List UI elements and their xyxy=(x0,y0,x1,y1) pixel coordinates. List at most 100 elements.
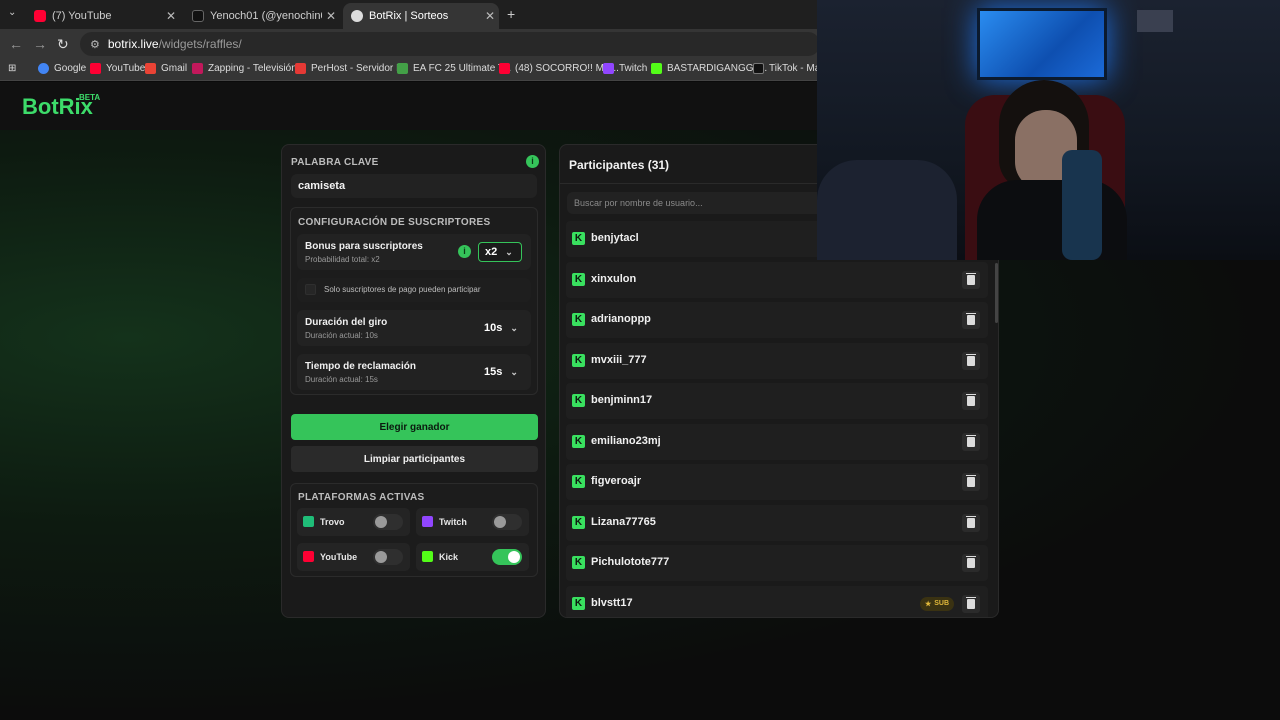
tiktok-icon xyxy=(192,10,204,22)
participant-name: adrianoppp xyxy=(591,313,651,325)
close-tab-icon[interactable]: ✕ xyxy=(322,9,340,23)
tab-youtube[interactable]: (7) YouTube ✕ xyxy=(26,3,180,29)
remove-participant-button[interactable] xyxy=(962,392,980,410)
trovo-icon xyxy=(303,516,314,527)
participant-name: Lizana77765 xyxy=(591,515,656,528)
claim-time-select[interactable]: 15s ⌄ xyxy=(478,362,522,382)
forward-icon[interactable]: → xyxy=(33,36,47,52)
info-icon[interactable]: i xyxy=(526,155,539,168)
star-icon: ★ xyxy=(924,600,932,608)
participant-name: xinxulon xyxy=(591,272,637,285)
bookmark-bastardigangg[interactable]: BASTARDIGANGG |... xyxy=(651,63,767,74)
remove-participant-button[interactable] xyxy=(962,513,980,532)
remove-participant-button[interactable] xyxy=(962,554,980,572)
twitch-icon xyxy=(603,63,614,74)
url-path: /widgets/raffles/ xyxy=(158,37,242,51)
bookmark-eafc[interactable]: EA FC 25 Ultimate T... xyxy=(397,63,511,74)
spin-value: 10s xyxy=(484,322,503,334)
platforms-label: PLATAFORMAS ACTIVAS xyxy=(298,492,425,503)
kick-icon: K xyxy=(572,272,585,286)
address-bar[interactable]: ⚙ botrix.live /widgets/raffles/ xyxy=(80,32,820,56)
remove-participant-button[interactable] xyxy=(962,311,980,329)
beta-badge: BETA xyxy=(79,93,101,102)
participant-row: K Pichulotote777 xyxy=(566,545,988,581)
chevron-down-icon: ⌄ xyxy=(510,366,518,377)
apps-grid-icon[interactable]: ⊞ xyxy=(8,63,16,74)
url-host: botrix.live xyxy=(107,37,159,51)
bookmark-youtube[interactable]: YouTube xyxy=(90,63,145,74)
tab-list-chevron-icon[interactable]: ⌄ xyxy=(8,7,16,18)
trash-icon xyxy=(966,394,976,406)
participant-name: emiliano23mj xyxy=(591,434,661,447)
bonus-subtitle: Probabilidad total: x2 xyxy=(305,255,380,264)
remove-participant-button[interactable] xyxy=(962,270,980,289)
paid-only-label: Solo suscriptores de pago pueden partici… xyxy=(324,285,481,294)
bookmark-zapping[interactable]: Zapping - Televisión... xyxy=(192,63,305,74)
clear-participants-button[interactable]: Limpiar participantes xyxy=(291,446,538,472)
spin-title: Duración del giro xyxy=(305,317,388,328)
webcam-overlay xyxy=(817,0,1280,260)
close-tab-icon[interactable]: ✕ xyxy=(162,9,180,23)
kick-icon: K xyxy=(572,232,585,245)
kick-icon: K xyxy=(572,556,585,569)
bonus-value: x2 xyxy=(485,246,498,258)
subs-section-label: CONFIGURACIÓN DE SUSCRIPTORES xyxy=(298,217,491,228)
trash-icon xyxy=(966,272,976,285)
subscriber-config-section: CONFIGURACIÓN DE SUSCRIPTORES Bonus para… xyxy=(290,207,538,395)
platform-name: Kick xyxy=(439,552,459,562)
chevron-down-icon: ⌄ xyxy=(510,322,518,333)
trash-icon xyxy=(966,596,976,609)
bookmark-perhost[interactable]: PerHost - Servidor I... xyxy=(295,63,407,74)
trovo-toggle[interactable] xyxy=(373,514,403,530)
remove-participant-button[interactable] xyxy=(962,351,980,370)
new-tab-icon[interactable]: + xyxy=(507,6,515,22)
bookmark-label: Zapping - Televisión... xyxy=(208,63,306,74)
bonus-select[interactable]: x2 ⌄ xyxy=(478,242,522,262)
participant-name: blvstt17 xyxy=(591,596,633,609)
botrix-icon xyxy=(351,10,363,22)
paid-only-checkbox[interactable] xyxy=(305,284,316,295)
info-icon[interactable]: i xyxy=(458,245,471,258)
claim-value: 15s xyxy=(484,366,503,378)
participant-row: K Lizana77765 xyxy=(566,504,988,541)
bookmark-twitch[interactable]: Twitch xyxy=(603,63,647,74)
participant-row: Kadrianoppp xyxy=(566,302,988,338)
platform-trovo: Trovo xyxy=(297,508,410,536)
bookmark-socorro[interactable]: (48) SOCORRO!! ME... xyxy=(499,63,619,74)
close-tab-icon[interactable]: ✕ xyxy=(481,9,499,23)
participant-row: Kfigveroajr xyxy=(566,464,988,500)
platform-kick: Kick xyxy=(416,543,529,571)
remove-participant-button[interactable] xyxy=(962,432,980,451)
bookmark-label: EA FC 25 Ultimate T... xyxy=(413,63,512,74)
pick-winner-button[interactable]: Elegir ganador xyxy=(291,414,538,440)
keyword-input[interactable]: camiseta xyxy=(291,174,537,198)
active-platforms-section: PLATAFORMAS ACTIVAS Trovo Twitch YouTube… xyxy=(290,483,538,577)
youtube-toggle[interactable] xyxy=(373,549,403,565)
remove-participant-button[interactable] xyxy=(962,473,980,491)
reload-icon[interactable]: ↻ xyxy=(57,36,69,53)
tiktok-icon xyxy=(753,63,764,74)
remove-participant-button[interactable] xyxy=(962,594,980,613)
trash-icon xyxy=(966,556,976,568)
spin-duration-select[interactable]: 10s ⌄ xyxy=(478,318,522,338)
blanket xyxy=(817,160,957,260)
tab-title: Yenoch01 (@yenochin01) | TikTok xyxy=(210,10,322,22)
tab-botrix[interactable]: BotRix | Sorteos ✕ xyxy=(343,3,499,29)
tab-tiktok[interactable]: Yenoch01 (@yenochin01) | TikTok ✕ xyxy=(184,3,340,29)
platform-youtube: YouTube xyxy=(297,543,410,571)
gmail-icon xyxy=(145,63,156,74)
platform-name: Trovo xyxy=(320,517,345,527)
youtube-icon xyxy=(34,10,46,22)
paid-only-row[interactable]: Solo suscriptores de pago pueden partici… xyxy=(297,278,531,302)
site-info-icon[interactable]: ⚙ xyxy=(90,38,100,51)
kick-toggle[interactable] xyxy=(492,549,522,565)
bookmark-google[interactable]: Google xyxy=(38,63,86,74)
back-icon[interactable]: ← xyxy=(9,36,23,52)
platform-name: YouTube xyxy=(320,552,358,562)
keyword-value: camiseta xyxy=(298,180,346,192)
list-scrollbar[interactable] xyxy=(995,263,998,323)
claim-title: Tiempo de reclamación xyxy=(305,361,416,372)
bookmark-gmail[interactable]: Gmail xyxy=(145,63,187,74)
twitch-icon xyxy=(422,516,433,527)
twitch-toggle[interactable] xyxy=(492,514,522,530)
